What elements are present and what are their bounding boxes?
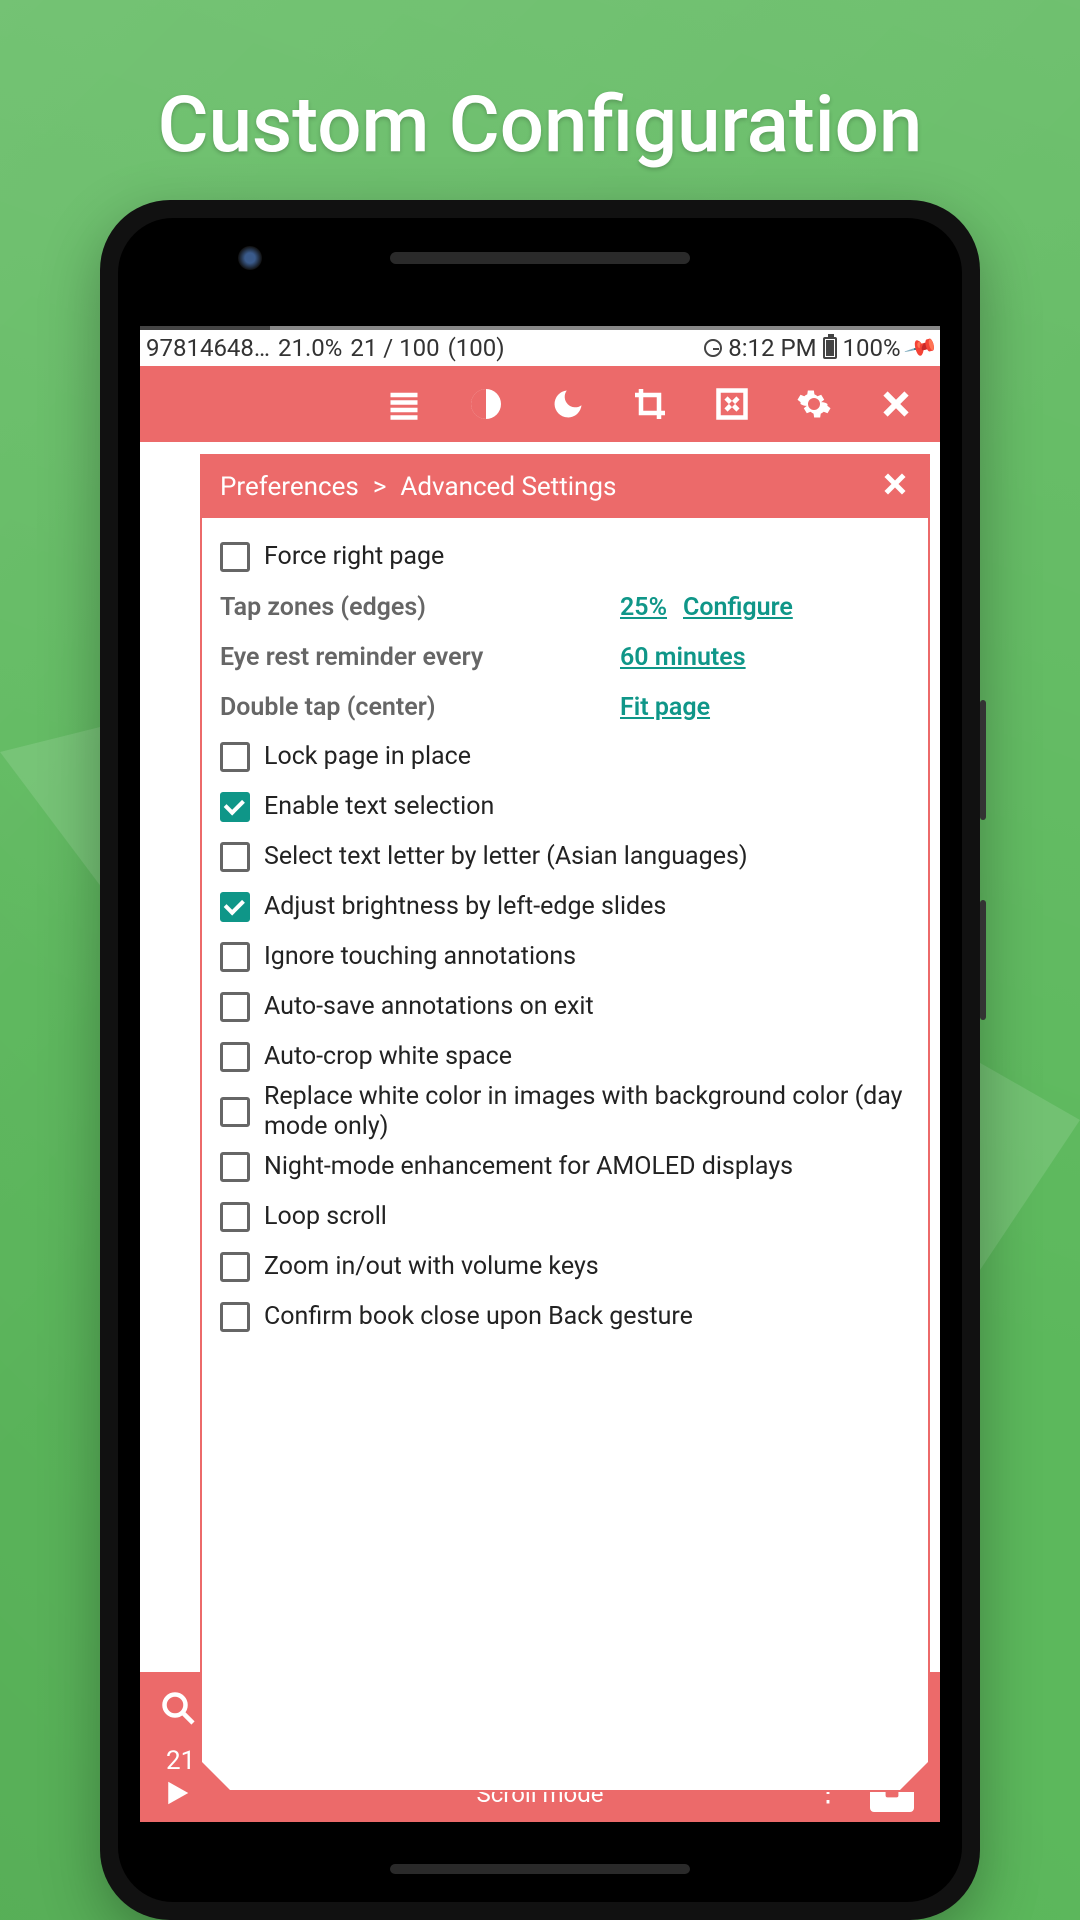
checkbox-icon[interactable] bbox=[220, 1042, 250, 1072]
status-time: 8:12 PM bbox=[728, 334, 816, 362]
eye-rest-value-link[interactable]: 60 minutes bbox=[620, 643, 746, 672]
bottom-page-number: 21 bbox=[166, 1746, 195, 1776]
checkbox-icon[interactable] bbox=[220, 1097, 250, 1127]
status-file: 97814648… bbox=[146, 334, 270, 362]
option-label: Tap zones (edges) bbox=[220, 593, 426, 622]
option-replace-white[interactable]: Replace white color in images with backg… bbox=[220, 1082, 910, 1142]
option-enable-selection[interactable]: Enable text selection bbox=[220, 782, 910, 832]
moon-icon[interactable] bbox=[548, 384, 588, 424]
option-label: Select text letter by letter (Asian lang… bbox=[264, 842, 910, 872]
battery-icon bbox=[823, 337, 837, 359]
option-label: Lock page in place bbox=[264, 742, 910, 772]
status-zoom: 21.0% bbox=[278, 334, 342, 362]
checkbox-icon[interactable] bbox=[220, 842, 250, 872]
phone-bottom-speaker bbox=[390, 1864, 690, 1874]
checkbox-icon[interactable] bbox=[220, 1302, 250, 1332]
double-tap-value-link[interactable]: Fit page bbox=[620, 693, 710, 722]
option-eye-rest: Eye rest reminder every 60 minutes bbox=[220, 632, 910, 682]
option-brightness-slide[interactable]: Adjust brightness by left-edge slides bbox=[220, 882, 910, 932]
phone-side-button bbox=[980, 700, 986, 820]
clock-icon bbox=[704, 339, 722, 357]
panel-close-icon[interactable] bbox=[880, 469, 910, 506]
top-toolbar bbox=[140, 366, 940, 442]
option-select-letter[interactable]: Select text letter by letter (Asian lang… bbox=[220, 832, 910, 882]
checkbox-icon[interactable] bbox=[220, 742, 250, 772]
tap-zones-percent-link[interactable]: 25% bbox=[620, 593, 667, 622]
option-label: Adjust brightness by left-edge slides bbox=[264, 892, 910, 922]
breadcrumb-advanced: Advanced Settings bbox=[400, 472, 616, 502]
option-confirm-close[interactable]: Confirm book close upon Back gesture bbox=[220, 1292, 910, 1342]
checkbox-icon[interactable] bbox=[220, 992, 250, 1022]
breadcrumb-preferences[interactable]: Preferences bbox=[220, 472, 359, 502]
option-lock-page[interactable]: Lock page in place bbox=[220, 732, 910, 782]
option-label: Auto-crop white space bbox=[264, 1042, 910, 1072]
play-icon[interactable] bbox=[162, 1778, 192, 1812]
menu-icon[interactable] bbox=[384, 384, 424, 424]
option-double-tap: Double tap (center) Fit page bbox=[220, 682, 910, 732]
option-autocrop[interactable]: Auto-crop white space bbox=[220, 1032, 910, 1082]
breadcrumb-separator: > bbox=[373, 472, 387, 502]
screen: 97814648… 21.0% 21 / 100 (100) 8:12 PM 1… bbox=[140, 326, 940, 1822]
option-night-amoled[interactable]: Night-mode enhancement for AMOLED displa… bbox=[220, 1142, 910, 1192]
checkbox-icon[interactable] bbox=[220, 1202, 250, 1232]
option-label: Auto-save annotations on exit bbox=[264, 992, 910, 1022]
option-label: Loop scroll bbox=[264, 1202, 910, 1232]
checkbox-icon[interactable] bbox=[220, 792, 250, 822]
status-battery: 100% bbox=[843, 334, 901, 362]
checkbox-icon[interactable] bbox=[220, 942, 250, 972]
phone-side-button bbox=[980, 900, 986, 1020]
search-icon[interactable] bbox=[160, 1690, 196, 1735]
option-label: Force right page bbox=[264, 542, 910, 572]
option-label: Double tap (center) bbox=[220, 693, 435, 722]
checkbox-icon[interactable] bbox=[220, 1152, 250, 1182]
option-ignore-annotations[interactable]: Ignore touching annotations bbox=[220, 932, 910, 982]
option-label: Confirm book close upon Back gesture bbox=[264, 1302, 910, 1332]
pin-icon[interactable]: 📌 bbox=[902, 330, 938, 365]
phone-camera bbox=[238, 246, 262, 270]
option-label: Zoom in/out with volume keys bbox=[264, 1252, 910, 1282]
option-label: Ignore touching annotations bbox=[264, 942, 910, 972]
option-label: Replace white color in images with backg… bbox=[264, 1082, 910, 1142]
checkbox-icon[interactable] bbox=[220, 542, 250, 572]
status-total: (100) bbox=[448, 334, 505, 362]
option-autosave-annotations[interactable]: Auto-save annotations on exit bbox=[220, 982, 910, 1032]
phone-frame: 97814648… 21.0% 21 / 100 (100) 8:12 PM 1… bbox=[100, 200, 980, 1920]
preferences-panel: Preferences > Advanced Settings Force ri… bbox=[200, 454, 930, 1792]
phone-speaker bbox=[390, 252, 690, 264]
crop-icon[interactable] bbox=[630, 384, 670, 424]
panel-body: Force right page Tap zones (edges) 25% C… bbox=[202, 518, 928, 1790]
panel-header: Preferences > Advanced Settings bbox=[202, 456, 928, 518]
option-loop-scroll[interactable]: Loop scroll bbox=[220, 1192, 910, 1242]
option-label: Night-mode enhancement for AMOLED displa… bbox=[264, 1152, 910, 1182]
tap-zones-configure-link[interactable]: Configure bbox=[683, 593, 793, 622]
promo-title: Custom Configuration bbox=[0, 80, 1080, 171]
close-icon[interactable] bbox=[876, 384, 916, 424]
option-force-right[interactable]: Force right page bbox=[220, 532, 910, 582]
option-label: Eye rest reminder every bbox=[220, 643, 483, 672]
status-page: 21 / 100 bbox=[350, 334, 439, 362]
checkbox-icon[interactable] bbox=[220, 892, 250, 922]
option-zoom-volume[interactable]: Zoom in/out with volume keys bbox=[220, 1242, 910, 1292]
contrast-icon[interactable] bbox=[466, 384, 506, 424]
checkbox-icon[interactable] bbox=[220, 1252, 250, 1282]
fullscreen-icon[interactable] bbox=[712, 384, 752, 424]
option-tap-zones: Tap zones (edges) 25% Configure bbox=[220, 582, 910, 632]
status-bar: 97814648… 21.0% 21 / 100 (100) 8:12 PM 1… bbox=[140, 326, 940, 366]
option-label: Enable text selection bbox=[264, 792, 910, 822]
gear-icon[interactable] bbox=[794, 384, 834, 424]
